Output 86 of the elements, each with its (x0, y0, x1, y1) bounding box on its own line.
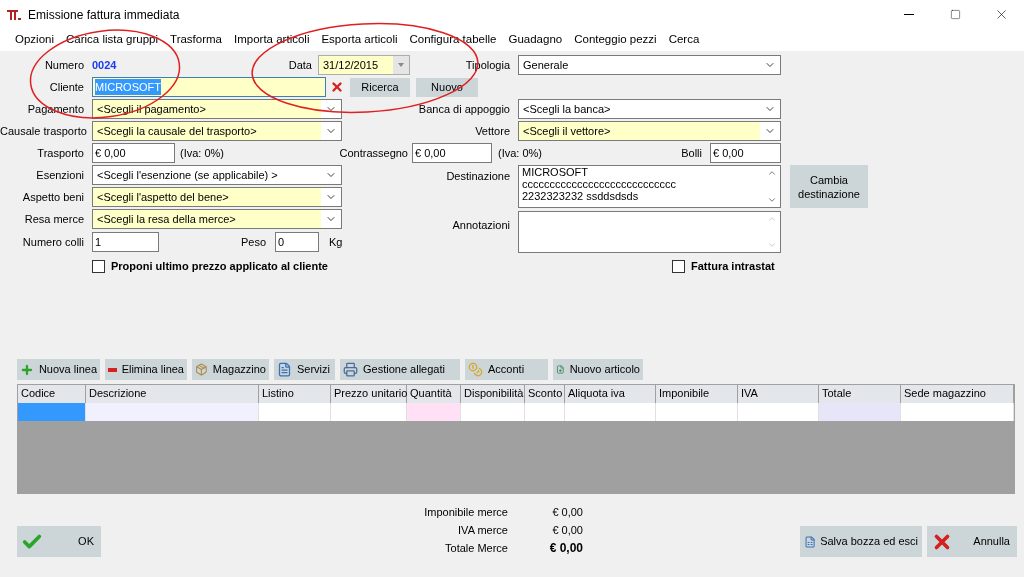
date-picker[interactable]: 31/12/2015 (318, 55, 410, 75)
new-document-icon (556, 362, 565, 377)
unit-label: Kg (329, 234, 343, 250)
field-label: Aspetto beni (21, 189, 84, 205)
field-label: Banca di appoggio (417, 101, 510, 117)
menu-item[interactable]: Carica lista gruppi (60, 31, 165, 49)
dropdown-arrow-icon (398, 63, 404, 67)
document-icon (277, 362, 292, 377)
menu-item[interactable]: Cerca (662, 31, 706, 49)
window-title: Emissione fattura immediata (28, 6, 180, 24)
scroll-up-icon[interactable] (767, 168, 777, 178)
scroll-down-icon[interactable] (767, 195, 777, 205)
total-value: € 0,00 (548, 540, 583, 557)
checkbox[interactable]: Proponi ultimo prezzo applicato al cliente (92, 257, 672, 275)
toolbar-button[interactable]: Nuova linea (17, 359, 100, 380)
input-field[interactable]: € 0,00 (710, 143, 781, 163)
field-label: Annotazioni (451, 218, 510, 233)
app-logo-icon (6, 7, 22, 22)
dropdown[interactable]: <Scegli la resa della merce> (92, 209, 342, 229)
menu-item[interactable]: Opzioni (9, 31, 60, 49)
menu-item[interactable]: Conteggio pezzi (568, 31, 663, 49)
field-label: Cliente (48, 79, 84, 95)
menu-item[interactable]: Esporta articoli (315, 31, 404, 49)
total-value: € 0,00 (551, 522, 583, 538)
scroll-up-icon[interactable] (767, 214, 777, 224)
menu-item[interactable]: Guadagno (502, 31, 569, 49)
dropdown[interactable]: <Scegli la banca> (518, 99, 781, 119)
destination-textarea[interactable]: MICROSOFT cccccccccccccccccccccccccccc 2232323232 ssddsdsds (518, 165, 781, 208)
menu-item[interactable]: Configura tabelle (403, 31, 503, 49)
toolbar-button[interactable]: Magazzino (192, 359, 269, 380)
dropdown[interactable]: <Scegli l'esenzione (se applicabile) > (92, 165, 342, 185)
field-label: Data (287, 57, 312, 73)
input-field[interactable]: € 0,00 (92, 143, 175, 163)
menu-item[interactable]: Trasforma (164, 31, 229, 49)
minus-icon (108, 367, 117, 372)
vat-note: (Iva: 0%) (180, 145, 225, 161)
notes-textarea[interactable] (518, 211, 781, 253)
toolbar-button[interactable]: Gestione allegati (340, 359, 460, 380)
field-label: Trasporto (36, 145, 84, 161)
input-field[interactable]: 0 (275, 232, 319, 252)
customer-button[interactable]: Nuovo (416, 77, 478, 97)
vat-note: (Iva: 0%) (498, 145, 543, 161)
scroll-down-icon[interactable] (767, 240, 777, 250)
ok-button[interactable]: OK (17, 526, 101, 557)
field-label: Numero colli (21, 234, 84, 250)
field-label: Esenzioni (35, 167, 84, 183)
total-label: Imponibile merce (423, 504, 508, 520)
table-cell[interactable] (18, 403, 86, 421)
field-label: Vettore (474, 123, 510, 139)
dropdown[interactable]: <Scegli la causale del trasporto> (92, 121, 342, 141)
save-draft-button[interactable]: Salva bozza ed esci (800, 526, 922, 557)
total-label: Totale Merce (444, 540, 508, 556)
input-field[interactable]: 1 (92, 232, 159, 252)
checkbox[interactable]: Fattura intrastat (672, 257, 775, 275)
address-line: MICROSOFT (522, 166, 589, 178)
clear-icon[interactable] (330, 80, 344, 94)
maximize-icon (949, 9, 961, 20)
dropdown[interactable]: <Scegli il pagamento> (92, 99, 342, 119)
toolbar-button[interactable]: Nuovo articolo (553, 359, 643, 380)
field-label: Peso (239, 234, 266, 250)
field-label: Resa merce (23, 211, 84, 227)
change-destination-button[interactable]: Cambia destinazione (790, 165, 868, 208)
field-label: Destinazione (445, 169, 510, 184)
field-label: Numero (43, 57, 84, 73)
customer-button[interactable]: Ricerca (350, 77, 410, 97)
table-cell[interactable] (407, 403, 461, 421)
toolbar-button[interactable]: Servizi (274, 359, 335, 380)
field-label: Contrassegno (338, 145, 408, 161)
dropdown[interactable]: <Scegli l'aspetto del bene> (92, 187, 342, 207)
table-cell[interactable] (86, 403, 259, 421)
dropdown[interactable]: Generale (518, 55, 781, 75)
cancel-button[interactable]: Annulla (927, 526, 1017, 557)
address-line: cccccccccccccccccccccccccccc (522, 178, 677, 190)
coins-icon (468, 362, 483, 377)
dropdown[interactable]: <Scegli il vettore> (518, 121, 781, 141)
field-label: Bolli (680, 145, 702, 161)
box-icon (195, 362, 208, 377)
address-line: 2232323232 ssddsdsds (522, 190, 640, 202)
table-cell[interactable] (819, 403, 901, 421)
total-label: IVA merce (457, 522, 508, 538)
input-field[interactable]: € 0,00 (412, 143, 492, 163)
invoice-number: 0024 (92, 57, 118, 73)
toolbar-button[interactable]: Acconti (465, 359, 548, 380)
toolbar-button[interactable]: Elimina linea (105, 359, 187, 380)
minimize-icon (904, 14, 914, 15)
total-value: € 0,00 (551, 504, 583, 520)
